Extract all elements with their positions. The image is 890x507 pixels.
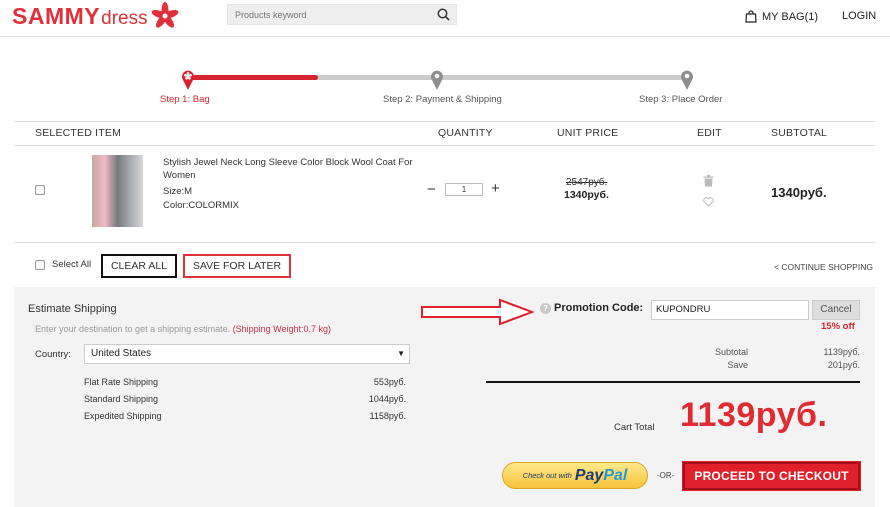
step-2-label: Step 2: Payment & Shipping xyxy=(383,94,502,105)
clear-all-button[interactable]: CLEAR ALL xyxy=(101,254,177,278)
dropdown-caret-icon: ▼ xyxy=(397,349,405,358)
quantity-decrease-button[interactable]: − xyxy=(427,181,436,198)
red-arrow-annotation-icon xyxy=(421,298,535,326)
old-price: 2547руб. xyxy=(566,177,608,188)
item-row-divider xyxy=(14,242,875,243)
step-3-label: Step 3: Place Order xyxy=(639,94,723,105)
shipping-method-name: Flat Rate Shipping xyxy=(84,377,159,387)
col-header-item: SELECTED ITEM xyxy=(35,127,122,139)
cart-total-label: Cart Total xyxy=(614,422,655,433)
save-label: Save xyxy=(727,360,748,370)
estimate-shipping-desc: Enter your destination to get a shipping… xyxy=(35,324,331,334)
bag-icon xyxy=(745,10,757,23)
discount-label: 15% off xyxy=(821,321,855,332)
paypal-checkout-button[interactable]: Check out with Pay Pal xyxy=(502,462,648,489)
step-3-pin-icon xyxy=(681,70,693,90)
search-input[interactable] xyxy=(228,5,428,25)
estimate-desc-text: Enter your destination to get a shipping… xyxy=(35,324,231,334)
my-bag-label: MY BAG(1) xyxy=(762,10,819,23)
shipping-method-price: 1158руб. xyxy=(369,411,406,421)
table-top-divider xyxy=(14,121,875,122)
save-value: 201руб. xyxy=(827,360,860,370)
subtotal-label: Subtotal xyxy=(714,347,748,357)
info-icon[interactable]: ? xyxy=(540,303,551,314)
country-select[interactable]: United States ▼ xyxy=(84,344,410,364)
shipping-method-price: 1044руб. xyxy=(368,394,406,404)
col-header-quantity: QUANTITY xyxy=(438,127,493,139)
header-divider xyxy=(0,36,890,37)
step-1-pin-icon xyxy=(182,70,194,90)
subtotal-value: 1139руб. xyxy=(823,347,860,357)
select-all-checkbox[interactable] xyxy=(35,260,45,270)
col-header-edit: EDIT xyxy=(697,127,722,139)
my-bag-link[interactable]: MY BAG(1) xyxy=(745,10,818,23)
step-2-pin-icon xyxy=(431,70,443,90)
search-box xyxy=(227,4,457,25)
product-size: Size:M xyxy=(163,186,193,197)
product-color: Color:COLORMIX xyxy=(163,200,240,211)
shipping-method-name: Standard Shipping xyxy=(84,394,159,404)
continue-shopping-link[interactable]: < CONTINUE SHOPPING xyxy=(774,262,873,272)
col-header-subtotal: SUBTOTAL xyxy=(771,127,828,139)
shipping-method-price: 553руб. xyxy=(373,377,406,387)
promotion-code-input[interactable]: KUPONDRU xyxy=(651,300,809,320)
estimate-shipping-title: Estimate Shipping xyxy=(28,303,117,315)
paypal-logo-pal: Pal xyxy=(603,466,628,484)
quantity-increase-button[interactable]: + xyxy=(491,180,500,197)
proceed-to-checkout-button[interactable]: PROCEED TO CHECKOUT xyxy=(682,461,861,491)
shipping-weight: (Shipping Weight:0.7 kg) xyxy=(232,324,332,334)
item-checkbox[interactable] xyxy=(35,185,45,195)
search-icon[interactable] xyxy=(437,8,450,26)
shipping-method-name: Expedited Shipping xyxy=(84,411,162,421)
country-value: United States xyxy=(91,348,152,359)
step-1-label: Step 1: Bag xyxy=(160,94,210,105)
progress-track-done xyxy=(187,75,318,80)
cart-total-value: 1139руб. xyxy=(680,396,828,434)
unit-price: 1340руб. xyxy=(564,189,609,201)
logo-text: SAMMY xyxy=(12,3,101,29)
heart-icon[interactable] xyxy=(703,197,714,207)
logo[interactable]: SAMMY dress xyxy=(12,2,180,30)
product-image[interactable] xyxy=(92,155,143,227)
paypal-logo-pay: Pay xyxy=(574,466,604,484)
cancel-promo-button[interactable]: Cancel xyxy=(812,300,860,320)
paypal-small-text: Check out with xyxy=(522,471,572,480)
logo-subtext: dress xyxy=(101,8,148,29)
quantity-input[interactable]: 1 xyxy=(445,183,483,196)
promotion-code-label: Promotion Code: xyxy=(554,302,644,314)
table-header-divider xyxy=(14,145,875,146)
col-header-unit-price: UNIT PRICE xyxy=(557,127,619,139)
or-separator: -OR- xyxy=(657,471,675,480)
product-name[interactable]: Stylish Jewel Neck Long Sleeve Color Blo… xyxy=(163,156,413,182)
save-for-later-button[interactable]: SAVE FOR LATER xyxy=(183,254,291,278)
flower-logo-icon xyxy=(151,2,178,28)
trash-icon[interactable] xyxy=(703,175,714,187)
item-subtotal: 1340руб. xyxy=(771,185,827,200)
select-all-label[interactable]: Select All xyxy=(52,259,91,270)
country-label: Country: xyxy=(35,349,71,360)
login-link[interactable]: LOGIN xyxy=(842,10,876,22)
totals-divider xyxy=(486,381,860,383)
